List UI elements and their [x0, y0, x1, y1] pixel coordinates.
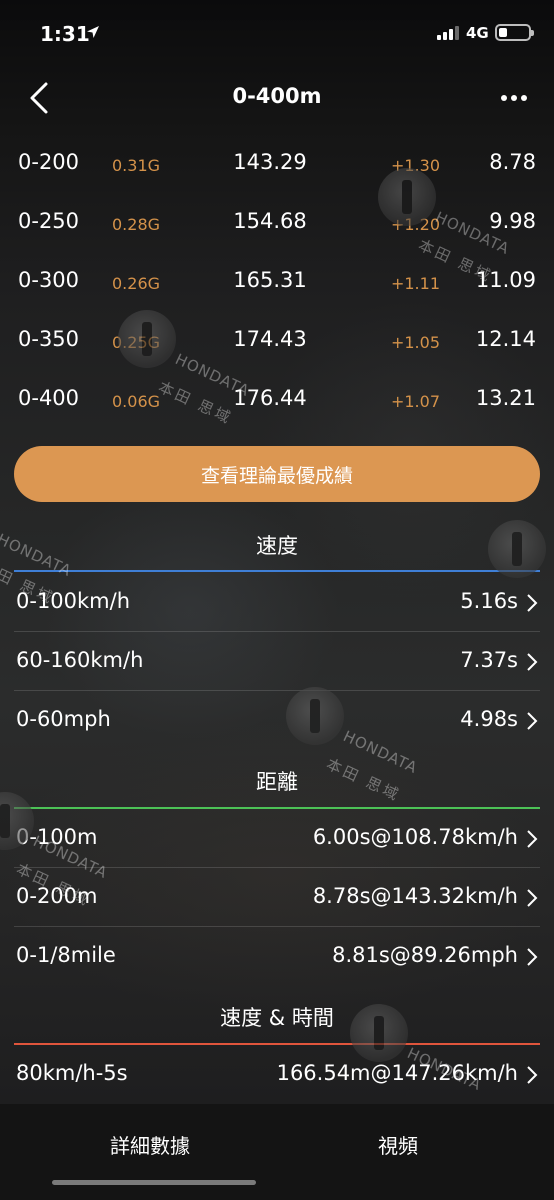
split-range: 0-250 [18, 209, 80, 233]
metric-label: 0-100km/h [16, 589, 131, 613]
metric-value: 166.54m@147.26km/h [276, 1061, 518, 1085]
chevron-right-icon [527, 830, 538, 848]
metric-row[interactable]: 60-160km/h 7.37s [0, 632, 554, 690]
signal-icon [437, 26, 459, 40]
split-delta: +1.05 [390, 333, 440, 352]
bottom-tab-bar: 詳細數據 視頻 [0, 1104, 554, 1200]
status-bar: 1:31 4G [0, 0, 554, 66]
split-range: 0-400 [18, 386, 80, 410]
split-time: 9.98 [489, 209, 536, 233]
more-dot-icon [521, 95, 527, 101]
home-indicator[interactable] [52, 1180, 256, 1185]
chevron-right-icon [527, 653, 538, 671]
split-g-force: 0.06G [112, 392, 161, 411]
metric-value: 4.98s [460, 707, 518, 731]
split-row: 0-250 0.28G 154.68 +1.20 9.98 [0, 197, 554, 256]
metric-value: 8.81s@89.26mph [332, 943, 518, 967]
battery-icon [495, 24, 534, 41]
split-range: 0-300 [18, 268, 80, 292]
chevron-right-icon [527, 712, 538, 730]
chevron-right-icon [527, 889, 538, 907]
metric-row[interactable]: 80km/h-5s 166.54m@147.26km/h [0, 1045, 554, 1103]
split-range: 0-350 [18, 327, 80, 351]
split-speed: 174.43 [233, 327, 307, 351]
section-title-distance: 距離 [256, 770, 298, 794]
metric-row[interactable]: 0-1/8mile 8.81s@89.26mph [0, 927, 554, 985]
metric-label: 0-1/8mile [16, 943, 116, 967]
split-delta: +1.11 [390, 274, 440, 293]
split-speed: 176.44 [233, 386, 307, 410]
split-row: 0-350 0.25G 174.43 +1.05 12.14 [0, 315, 554, 374]
metric-value: 5.16s [460, 589, 518, 613]
split-row: 0-200 0.31G 143.29 +1.30 8.78 [0, 138, 554, 197]
tab-details[interactable]: 詳細數據 [110, 1130, 190, 1159]
split-time: 8.78 [489, 150, 536, 174]
section-divider-speed [14, 570, 540, 572]
metric-label: 0-100m [16, 825, 98, 849]
section-title-speed: 速度 [256, 534, 298, 558]
phone-screen: 1:31 4G 0-400m 0-200 0.31G 143.29 +1.30 … [0, 0, 554, 1200]
more-dot-icon [511, 95, 517, 101]
metric-label: 60-160km/h [16, 648, 144, 672]
split-time: 11.09 [475, 268, 536, 292]
split-delta: +1.07 [390, 392, 440, 411]
metric-label: 0-60mph [16, 707, 111, 731]
split-g-force: 0.28G [112, 215, 161, 234]
split-row: 0-400 0.06G 176.44 +1.07 13.21 [0, 374, 554, 433]
split-speed: 165.31 [233, 268, 307, 292]
split-row: 0-300 0.26G 165.31 +1.11 11.09 [0, 256, 554, 315]
split-g-force: 0.26G [112, 274, 161, 293]
nav-bar: 0-400m [0, 66, 554, 130]
split-time: 13.21 [475, 386, 536, 410]
metric-row[interactable]: 0-60mph 4.98s [0, 691, 554, 749]
split-time: 12.14 [475, 327, 536, 351]
chevron-right-icon [527, 1066, 538, 1084]
split-delta: +1.20 [390, 215, 440, 234]
metric-row[interactable]: 0-100km/h 5.16s [0, 573, 554, 631]
status-time: 1:31 [40, 22, 90, 46]
location-arrow-icon [87, 26, 99, 38]
metric-label: 80km/h-5s [16, 1061, 128, 1085]
metric-row[interactable]: 0-100m 6.00s@108.78km/h [0, 809, 554, 867]
split-delta: +1.30 [390, 156, 440, 175]
chevron-right-icon [527, 948, 538, 966]
metric-value: 7.37s [460, 648, 518, 672]
page-title: 0-400m [232, 84, 322, 108]
section-title-speed-time: 速度 & 時間 [220, 1006, 334, 1030]
metric-label: 0-200m [16, 884, 98, 908]
network-label: 4G [466, 24, 489, 42]
tab-video[interactable]: 視頻 [378, 1130, 418, 1159]
split-g-force: 0.31G [112, 156, 161, 175]
more-dot-icon [501, 95, 507, 101]
metric-row[interactable]: 0-200m 8.78s@143.32km/h [0, 868, 554, 926]
chevron-right-icon [527, 594, 538, 612]
view-theoretical-best-button[interactable]: 查看理論最優成績 [14, 446, 540, 502]
split-g-force: 0.25G [112, 333, 161, 352]
split-range: 0-200 [18, 150, 80, 174]
split-speed: 143.29 [233, 150, 307, 174]
metric-value: 8.78s@143.32km/h [312, 884, 518, 908]
split-speed: 154.68 [233, 209, 307, 233]
metric-value: 6.00s@108.78km/h [312, 825, 518, 849]
more-options-button[interactable] [492, 80, 536, 116]
